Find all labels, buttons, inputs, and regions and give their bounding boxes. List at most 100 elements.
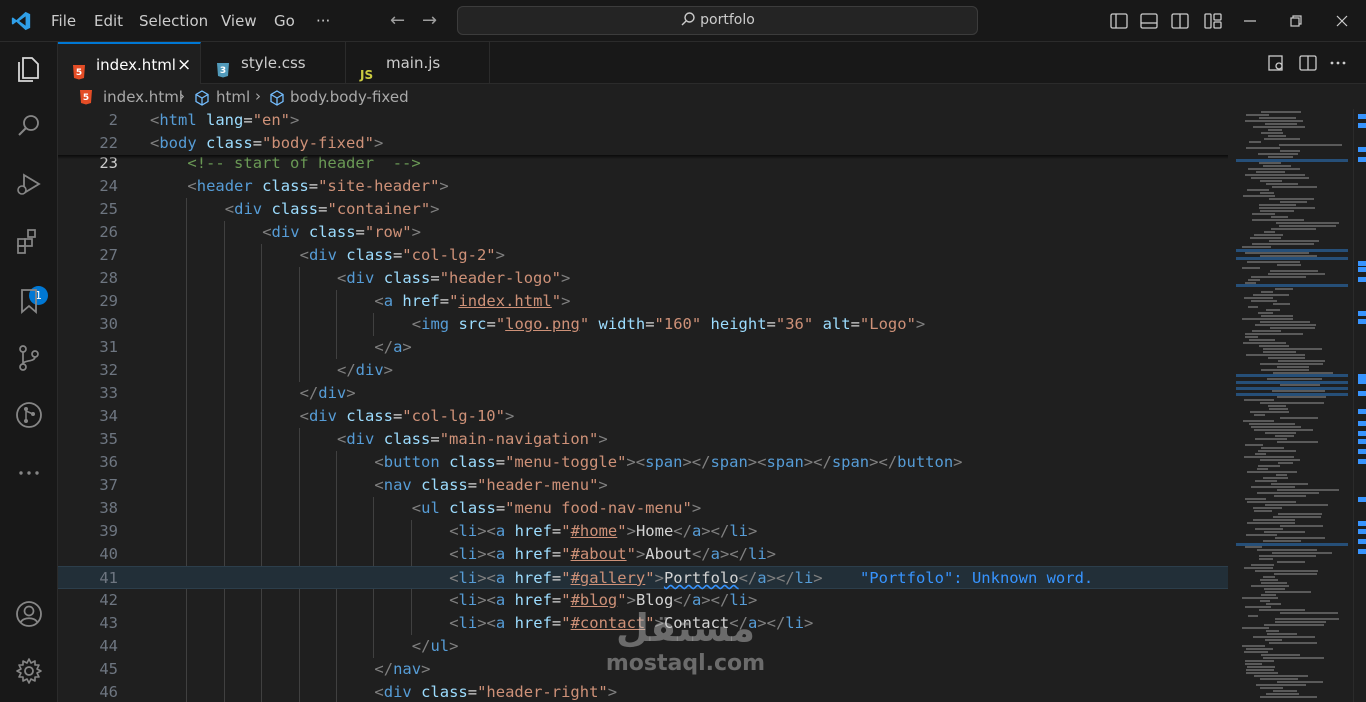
code-line[interactable]: 26 <div class="row"> xyxy=(58,221,1228,244)
code-token: > xyxy=(561,269,571,287)
minimap-line xyxy=(1242,627,1269,629)
code-token: class xyxy=(421,683,468,701)
menu-more[interactable]: ··· xyxy=(316,12,330,30)
scrollbar-marker xyxy=(1358,114,1366,119)
code-line[interactable]: 31 </a> xyxy=(58,336,1228,359)
code-token: "header-menu" xyxy=(477,476,599,494)
split-editor-icon[interactable] xyxy=(1298,53,1318,73)
customize-layout-icon[interactable] xyxy=(1203,11,1223,31)
breadcrumb-item-html[interactable]: html xyxy=(216,88,250,106)
git-graph-icon[interactable] xyxy=(13,399,45,431)
line-number: 42 xyxy=(99,591,118,609)
minimap-line xyxy=(1244,399,1274,401)
code-line[interactable]: 39 <li><a href="#home">Home</a></li> xyxy=(58,520,1228,543)
minimap-line xyxy=(1246,114,1269,116)
code-line[interactable]: 24 <header class="site-header"> xyxy=(58,175,1228,198)
code-line[interactable]: 35 <div class="main-navigation"> xyxy=(58,428,1228,451)
code-line[interactable]: 25 <div class="container"> xyxy=(58,198,1228,221)
code-token: < xyxy=(449,545,459,563)
restore-icon[interactable] xyxy=(1286,11,1306,31)
breadcrumb: 5 index.html › html › body.body-fixed xyxy=(58,85,1228,109)
minimap-line xyxy=(1251,276,1306,278)
accounts-icon[interactable] xyxy=(13,598,45,630)
code-line[interactable]: 30 <img src="logo.png" width="160" height… xyxy=(58,313,1228,336)
toggle-panel-icon[interactable] xyxy=(1139,11,1159,31)
code-line[interactable]: 41 <li><a href="#gallery">Portfolo</a></l… xyxy=(58,566,1228,589)
forward-arrow-icon[interactable]: → xyxy=(422,10,437,31)
minimap-line xyxy=(1263,657,1324,659)
menu-edit[interactable]: Edit xyxy=(94,12,123,30)
svg-text:3: 3 xyxy=(220,66,226,76)
menu-file[interactable]: File xyxy=(51,12,76,30)
code-token: = xyxy=(355,223,365,241)
command-center-search[interactable]: portfolo xyxy=(457,6,978,35)
code-token: href xyxy=(514,522,552,540)
minimap-line xyxy=(1280,201,1307,203)
minimap-line xyxy=(1251,300,1277,302)
code-line[interactable]: 33 </div> xyxy=(58,382,1228,405)
breadcrumb-item-body[interactable]: body.body-fixed xyxy=(290,88,409,106)
toggle-primary-sidebar-icon[interactable] xyxy=(1109,11,1129,31)
code-line[interactable]: 37 <nav class="header-menu"> xyxy=(58,474,1228,497)
more-actions-icon[interactable] xyxy=(1328,53,1348,73)
code-line[interactable]: 34 <div class="col-lg-10"> xyxy=(58,405,1228,428)
explorer-icon[interactable] xyxy=(13,52,45,84)
code-token: html xyxy=(159,111,197,129)
menu-view[interactable]: View xyxy=(221,12,257,30)
code-token: < xyxy=(449,614,459,632)
code-line[interactable]: 32 </div> xyxy=(58,359,1228,382)
minimap-line xyxy=(1265,639,1282,641)
minimap-line xyxy=(1246,669,1274,671)
code-content: <div class="row"> xyxy=(262,221,421,244)
minimap[interactable] xyxy=(1236,109,1348,702)
extensions-icon[interactable] xyxy=(13,226,45,258)
code-line[interactable]: 36 <button class="menu-toggle"><span></sp… xyxy=(58,451,1228,474)
breadcrumb-file[interactable]: index.html xyxy=(103,88,183,106)
code-line[interactable]: 27 <div class="col-lg-2"> xyxy=(58,244,1228,267)
code-token: a xyxy=(495,545,506,563)
code-token: > xyxy=(953,453,963,471)
minimap-line xyxy=(1244,297,1273,299)
tab-index-html[interactable]: 5 index.html × xyxy=(58,42,201,84)
sticky-scroll-line[interactable]: 2 <html lang="en"> xyxy=(58,109,1228,132)
code-token: div xyxy=(234,200,263,218)
minimap-line xyxy=(1263,576,1275,578)
sticky-scroll-line[interactable]: 22 <body class="body-fixed"> xyxy=(58,132,1228,155)
code-line[interactable]: 29 <a href="index.html"> xyxy=(58,290,1228,313)
tab-main-js[interactable]: JS main.js xyxy=(346,42,490,84)
code-line[interactable]: 40 <li><a href="#about">About</a></li> xyxy=(58,543,1228,566)
more-icon[interactable] xyxy=(13,457,45,489)
open-preview-icon[interactable] xyxy=(1266,53,1286,73)
watermark: مستقل mostaql.com xyxy=(598,605,773,695)
code-token: < xyxy=(411,499,422,517)
back-arrow-icon[interactable]: ← xyxy=(390,10,405,31)
code-token: </ xyxy=(738,569,758,587)
close-icon[interactable] xyxy=(1332,11,1352,31)
bookmarks-icon[interactable] xyxy=(13,285,45,317)
code-token: " xyxy=(645,569,655,587)
run-debug-icon[interactable] xyxy=(13,168,45,200)
toggle-secondary-sidebar-icon[interactable] xyxy=(1170,11,1190,31)
minimap-line xyxy=(1260,321,1310,323)
code-token: src xyxy=(458,315,487,333)
minimize-icon[interactable] xyxy=(1240,11,1260,31)
vertical-scrollbar[interactable] xyxy=(1353,109,1366,702)
tab-close-icon[interactable]: × xyxy=(177,44,191,86)
search-icon[interactable] xyxy=(13,110,45,142)
menu-selection[interactable]: Selection xyxy=(139,12,208,30)
minimap-line xyxy=(1265,504,1328,506)
minimap-highlight xyxy=(1236,257,1348,260)
code-token: < xyxy=(635,453,646,471)
menu-go[interactable]: Go xyxy=(274,12,295,30)
manage-gear-icon[interactable] xyxy=(13,655,45,687)
tab-style-css[interactable]: 3 style.css xyxy=(201,42,346,84)
minimap-line xyxy=(1261,111,1301,113)
code-line[interactable]: 38 <ul class="menu food-nav-menu"> xyxy=(58,497,1228,520)
source-control-icon[interactable] xyxy=(13,342,45,374)
code-token: > xyxy=(654,569,664,587)
code-line[interactable]: 28 <div class="header-logo"> xyxy=(58,267,1228,290)
code-token: href xyxy=(514,569,552,587)
line-number: 36 xyxy=(99,453,118,471)
code-token: class xyxy=(383,269,431,287)
minimap-line xyxy=(1252,213,1275,215)
